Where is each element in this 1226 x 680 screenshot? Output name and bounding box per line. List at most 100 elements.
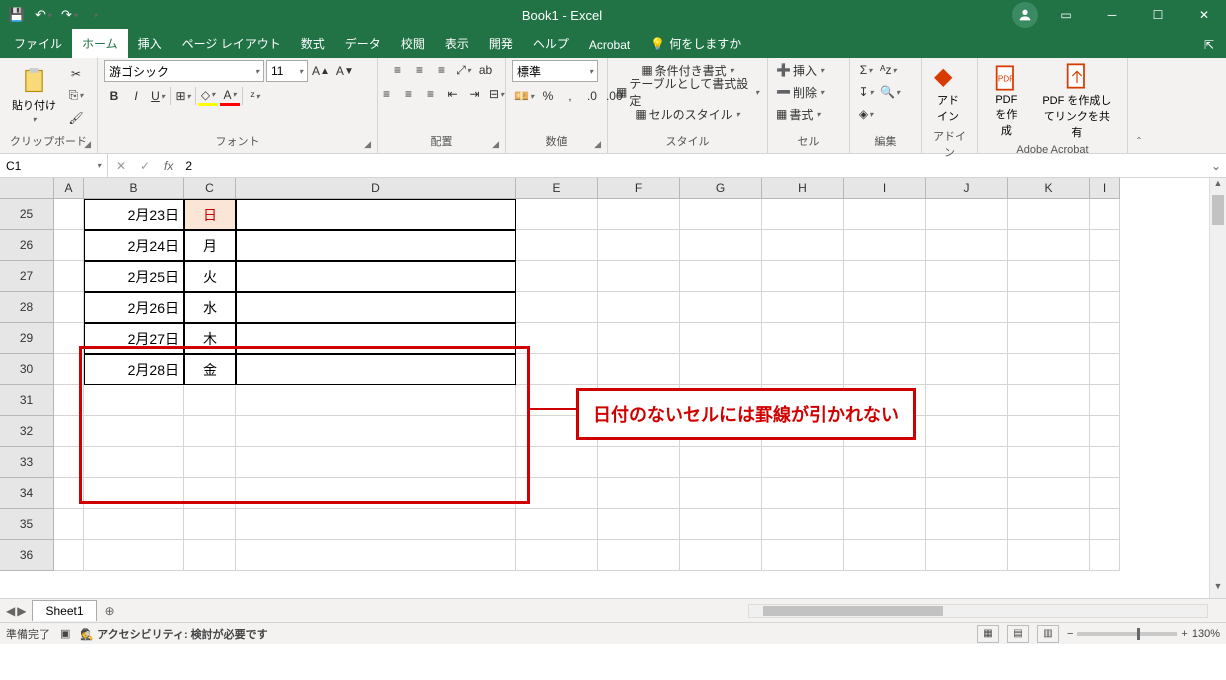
cell[interactable] bbox=[184, 416, 236, 447]
row-header[interactable]: 35 bbox=[0, 509, 54, 540]
sheet-nav-next-icon[interactable]: ▶ bbox=[17, 604, 26, 618]
zoom-out-icon[interactable]: − bbox=[1067, 628, 1073, 640]
tab-home[interactable]: ホーム bbox=[72, 29, 128, 58]
cell[interactable] bbox=[844, 540, 926, 571]
cell[interactable] bbox=[762, 478, 844, 509]
dialog-launcher-icon[interactable]: ◢ bbox=[84, 139, 91, 150]
enter-formula-icon[interactable]: ✓ bbox=[136, 159, 154, 173]
ribbon-options-icon[interactable]: ▭ bbox=[1044, 0, 1088, 30]
data-cell[interactable]: 2月26日 bbox=[84, 292, 184, 323]
cell[interactable] bbox=[598, 540, 680, 571]
cell[interactable] bbox=[236, 540, 516, 571]
cell[interactable] bbox=[762, 540, 844, 571]
cell[interactable] bbox=[1008, 292, 1090, 323]
data-cell[interactable]: 水 bbox=[184, 292, 236, 323]
cell[interactable] bbox=[1008, 447, 1090, 478]
cell[interactable] bbox=[184, 385, 236, 416]
cell[interactable] bbox=[1008, 385, 1090, 416]
cell[interactable] bbox=[516, 509, 598, 540]
phonetic-icon[interactable]: ᶻ▾ bbox=[245, 86, 265, 106]
macro-record-icon[interactable]: ▣ bbox=[60, 627, 70, 640]
cell[interactable] bbox=[844, 447, 926, 478]
cell[interactable] bbox=[54, 230, 84, 261]
insert-cells-button[interactable]: ➕ 挿入▾ bbox=[774, 60, 826, 80]
cell[interactable] bbox=[680, 199, 762, 230]
data-cell[interactable]: 2月28日 bbox=[84, 354, 184, 385]
dialog-launcher-icon[interactable]: ◢ bbox=[594, 139, 601, 150]
data-cell[interactable] bbox=[236, 323, 516, 354]
font-color-icon[interactable]: A▾ bbox=[220, 86, 240, 106]
cell[interactable] bbox=[54, 447, 84, 478]
cut-icon[interactable]: ✂ bbox=[66, 64, 86, 84]
data-cell[interactable]: 2月24日 bbox=[84, 230, 184, 261]
align-middle-icon[interactable]: ≡ bbox=[410, 60, 430, 80]
cancel-formula-icon[interactable]: ✕ bbox=[112, 159, 130, 173]
close-icon[interactable]: ✕ bbox=[1182, 0, 1226, 30]
cell[interactable] bbox=[1090, 478, 1120, 509]
comma-icon[interactable]: , bbox=[560, 86, 580, 106]
name-box[interactable]: C1▾ bbox=[0, 154, 108, 177]
find-icon[interactable]: 🔍▾ bbox=[878, 82, 902, 102]
data-cell[interactable]: 木 bbox=[184, 323, 236, 354]
cell[interactable] bbox=[1008, 261, 1090, 292]
cell[interactable] bbox=[516, 323, 598, 354]
cell[interactable] bbox=[762, 292, 844, 323]
number-format-select[interactable]: 標準▾ bbox=[512, 60, 598, 82]
tab-help[interactable]: ヘルプ bbox=[523, 29, 579, 58]
user-avatar[interactable] bbox=[1012, 2, 1038, 28]
cell[interactable] bbox=[844, 292, 926, 323]
cell[interactable] bbox=[184, 540, 236, 571]
page-layout-view-icon[interactable]: ▤ bbox=[1007, 625, 1029, 643]
pdf-share-button[interactable]: PDF を作成し てリンクを共有 bbox=[1033, 60, 1121, 142]
tab-formulas[interactable]: 数式 bbox=[291, 29, 335, 58]
cell[interactable] bbox=[1008, 323, 1090, 354]
cell[interactable] bbox=[84, 540, 184, 571]
format-painter-icon[interactable]: 🖌 bbox=[66, 108, 86, 128]
cell[interactable] bbox=[926, 385, 1008, 416]
cell[interactable] bbox=[184, 509, 236, 540]
merge-icon[interactable]: ⊟▾ bbox=[487, 84, 507, 104]
undo-icon[interactable]: ↶▾ bbox=[32, 4, 54, 26]
align-right-icon[interactable]: ≡ bbox=[421, 84, 441, 104]
cell[interactable] bbox=[598, 323, 680, 354]
cell[interactable] bbox=[680, 540, 762, 571]
addins-button[interactable]: ◆アド イン bbox=[928, 60, 968, 126]
align-center-icon[interactable]: ≡ bbox=[399, 84, 419, 104]
maximize-icon[interactable]: ☐ bbox=[1136, 0, 1180, 30]
column-header[interactable]: I bbox=[1090, 178, 1120, 199]
cell[interactable] bbox=[1090, 199, 1120, 230]
align-left-icon[interactable]: ≡ bbox=[377, 84, 397, 104]
cell[interactable] bbox=[1090, 323, 1120, 354]
cell[interactable] bbox=[598, 199, 680, 230]
cell[interactable] bbox=[844, 323, 926, 354]
cell[interactable] bbox=[516, 199, 598, 230]
row-header[interactable]: 28 bbox=[0, 292, 54, 323]
font-name-select[interactable]: 游ゴシック▾ bbox=[104, 60, 264, 82]
font-size-select[interactable]: 11▾ bbox=[266, 60, 308, 82]
cell[interactable] bbox=[516, 261, 598, 292]
fill-color-icon[interactable]: ◇▾ bbox=[198, 86, 218, 106]
data-cell[interactable] bbox=[236, 199, 516, 230]
tab-developer[interactable]: 開発 bbox=[479, 29, 523, 58]
cell[interactable] bbox=[1008, 416, 1090, 447]
cell[interactable] bbox=[1090, 261, 1120, 292]
autosum-icon[interactable]: Σ▾ bbox=[856, 60, 876, 80]
paste-button[interactable]: 貼り付け▾ bbox=[6, 65, 62, 126]
cell[interactable] bbox=[516, 354, 598, 385]
cell[interactable] bbox=[844, 261, 926, 292]
cell[interactable] bbox=[680, 447, 762, 478]
column-header[interactable]: E bbox=[516, 178, 598, 199]
inc-decimal-icon[interactable]: .0 bbox=[582, 86, 602, 106]
cell[interactable] bbox=[1008, 509, 1090, 540]
bold-button[interactable]: B bbox=[104, 86, 124, 106]
tab-page-layout[interactable]: ページ レイアウト bbox=[172, 29, 291, 58]
decrease-indent-icon[interactable]: ⇤ bbox=[443, 84, 463, 104]
cell[interactable] bbox=[1090, 416, 1120, 447]
column-header[interactable]: H bbox=[762, 178, 844, 199]
zoom-in-icon[interactable]: + bbox=[1181, 628, 1187, 640]
cell[interactable] bbox=[598, 478, 680, 509]
cell[interactable] bbox=[84, 385, 184, 416]
cell[interactable] bbox=[926, 478, 1008, 509]
vertical-scrollbar[interactable]: ▲▼ bbox=[1209, 178, 1226, 598]
redo-icon[interactable]: ↷▾ bbox=[58, 4, 80, 26]
